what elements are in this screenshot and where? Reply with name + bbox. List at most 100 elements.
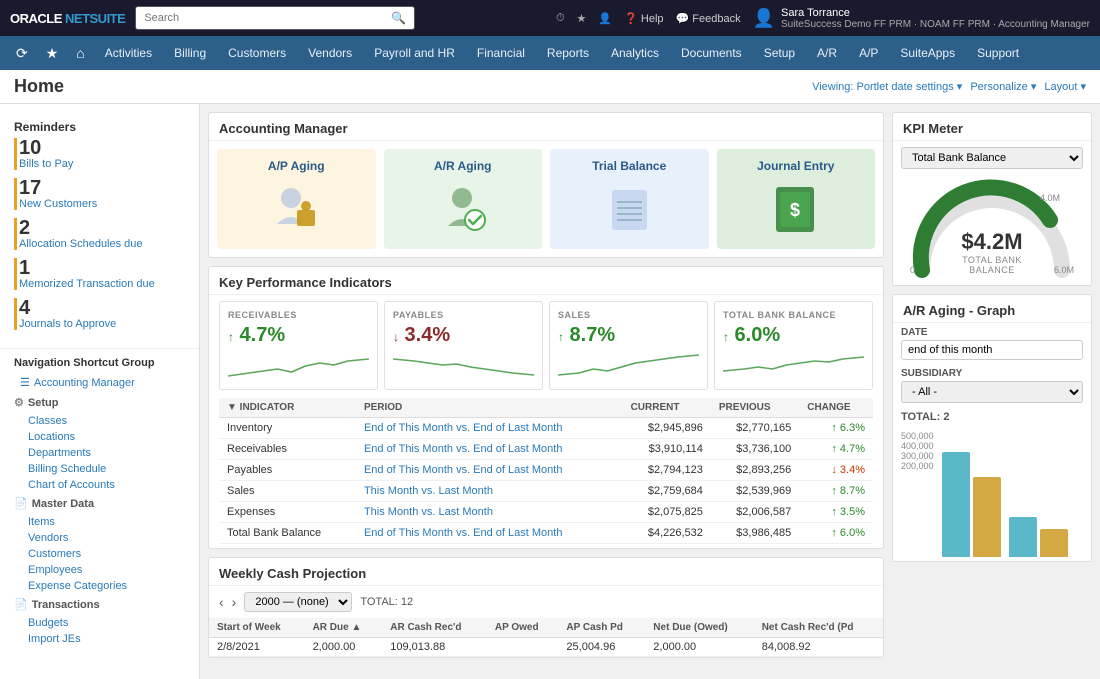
personalize-button[interactable]: Personalize ▾: [970, 80, 1036, 93]
col-ap-owed[interactable]: AP Owed: [487, 618, 559, 638]
sidebar-item-chart-of-accounts[interactable]: Chart of Accounts: [0, 477, 199, 493]
col-ap-cash[interactable]: AP Cash Pd: [558, 618, 645, 638]
help-link[interactable]: ❓ Help: [624, 12, 663, 25]
reminder-bar: [14, 258, 17, 290]
search-box[interactable]: 🔍: [135, 6, 415, 30]
kpi-current-sales: $2,759,684: [623, 481, 711, 502]
kpi-period-sales[interactable]: This Month vs. Last Month: [356, 481, 623, 502]
sidebar-item-accounting-manager[interactable]: ☰ Accounting Manager: [0, 373, 199, 392]
kpi-col-change[interactable]: CHANGE: [799, 398, 873, 418]
nav-activities[interactable]: Activities: [95, 40, 162, 66]
ar-subsidiary-row: SUBSIDIARY - All -: [893, 364, 1091, 407]
nav-house-icon[interactable]: ⌂: [68, 41, 92, 65]
nav-support[interactable]: Support: [967, 40, 1029, 66]
accounting-manager-cards: A/P Aging A/R Aging: [209, 141, 883, 257]
reminders-section: Reminders 10 Bills to Pay 17 New Custome…: [0, 114, 199, 344]
kpi-bank-value: 6.0%: [723, 324, 864, 347]
kpi-current-receivables: $3,910,114: [623, 439, 711, 460]
sidebar-item-budgets[interactable]: Budgets: [0, 615, 199, 631]
kpi-col-current[interactable]: CURRENT: [623, 398, 711, 418]
bar-chart: [938, 431, 1083, 561]
kpi-current-bank: $4,226,532: [623, 523, 711, 544]
next-week-button[interactable]: ›: [232, 594, 237, 610]
nav-financial[interactable]: Financial: [467, 40, 535, 66]
ar-subsidiary-select[interactable]: - All -: [901, 381, 1083, 403]
trial-balance-card[interactable]: Trial Balance: [550, 149, 709, 249]
nav-reports[interactable]: Reports: [537, 40, 599, 66]
sidebar-item-expense-categories[interactable]: Expense Categories: [0, 578, 199, 594]
nav-documents[interactable]: Documents: [671, 40, 752, 66]
kpi-period-payables[interactable]: End of This Month vs. End of Last Month: [356, 460, 623, 481]
ap-cash-val: 25,004.96: [558, 638, 645, 657]
period-select[interactable]: 2000 — (none): [244, 592, 352, 612]
user-avatar: 👤: [753, 8, 775, 29]
accounting-manager-title: Accounting Manager: [209, 113, 883, 141]
ar-aging-card[interactable]: A/R Aging: [384, 149, 543, 249]
kpi-sales-label: SALES: [558, 310, 699, 320]
reminder-allocation-label[interactable]: Allocation Schedules due: [19, 238, 143, 250]
sidebar-item-vendors[interactable]: Vendors: [0, 530, 199, 546]
search-input[interactable]: [144, 12, 391, 24]
reminder-customers-label[interactable]: New Customers: [19, 198, 97, 210]
kpi-period-inventory[interactable]: End of This Month vs. End of Last Month: [356, 418, 623, 439]
nav-ar[interactable]: A/R: [807, 40, 847, 66]
kpi-change-expenses: ↑ 3.5%: [799, 502, 873, 523]
sidebar-item-billing-schedule[interactable]: Billing Schedule: [0, 461, 199, 477]
col-ar-due[interactable]: AR Due ▲: [305, 618, 383, 638]
reminder-bills-label[interactable]: Bills to Pay: [19, 158, 73, 170]
kpi-col-indicator[interactable]: ▼ INDICATOR: [219, 398, 356, 418]
col-ar-cash[interactable]: AR Cash Rec'd: [382, 618, 487, 638]
ap-aging-label: A/P Aging: [268, 159, 325, 173]
kpi-period-receivables[interactable]: End of This Month vs. End of Last Month: [356, 439, 623, 460]
nav-home-icon[interactable]: ⟳: [8, 41, 36, 66]
col-net-cash[interactable]: Net Cash Rec'd (Pd: [754, 618, 883, 638]
journal-entry-label: Journal Entry: [757, 159, 834, 173]
sidebar-item-customers[interactable]: Customers: [0, 546, 199, 562]
table-row: Total Bank Balance End of This Month vs.…: [219, 523, 873, 544]
nav-star-icon[interactable]: ★: [38, 41, 67, 66]
nav-vendors[interactable]: Vendors: [298, 40, 362, 66]
reminder-bar: [14, 298, 17, 330]
layout-button[interactable]: Layout ▾: [1044, 80, 1086, 93]
reminder-journals-label[interactable]: Journals to Approve: [19, 318, 116, 330]
gauge-label: TOTAL BANK BALANCE: [947, 255, 1037, 275]
col-net-due[interactable]: Net Due (Owed): [645, 618, 753, 638]
clock-icon[interactable]: ⏱: [556, 12, 565, 25]
nav-ap[interactable]: A/P: [849, 40, 888, 66]
sidebar-item-employees[interactable]: Employees: [0, 562, 199, 578]
sidebar-item-classes[interactable]: Classes: [0, 413, 199, 429]
nav-billing[interactable]: Billing: [164, 40, 216, 66]
kpi-col-previous[interactable]: PREVIOUS: [711, 398, 799, 418]
feedback-link[interactable]: 💬 Feedback: [676, 12, 741, 25]
kpi-period-expenses[interactable]: This Month vs. Last Month: [356, 502, 623, 523]
journal-entry-card[interactable]: Journal Entry $: [717, 149, 876, 249]
search-icon[interactable]: 🔍: [391, 11, 406, 25]
nav-suiteapps[interactable]: SuiteApps: [890, 40, 965, 66]
reminder-memorized-label[interactable]: Memorized Transaction due: [19, 278, 155, 290]
bar-yellow-1: [973, 477, 1001, 557]
setup-section-header: ⚙ Setup: [0, 392, 199, 413]
kpi-meter-select[interactable]: Total Bank Balance: [901, 147, 1083, 169]
nav-customers[interactable]: Customers: [218, 40, 296, 66]
nav-group-title: Navigation Shortcut Group: [0, 348, 199, 373]
person-icon[interactable]: 👤: [598, 12, 612, 25]
kpi-payables-value: 3.4%: [393, 324, 534, 347]
nav-analytics[interactable]: Analytics: [601, 40, 669, 66]
ar-aging-icon: [433, 179, 493, 239]
ap-aging-card[interactable]: A/P Aging: [217, 149, 376, 249]
nav-payroll[interactable]: Payroll and HR: [364, 40, 465, 66]
star-icon[interactable]: ★: [577, 12, 587, 25]
sidebar-item-departments[interactable]: Departments: [0, 445, 199, 461]
kpi-col-period[interactable]: PERIOD: [356, 398, 623, 418]
ar-subsidiary-label: SUBSIDIARY: [901, 368, 1083, 379]
nav-setup[interactable]: Setup: [754, 40, 805, 66]
sidebar-item-locations[interactable]: Locations: [0, 429, 199, 445]
prev-week-button[interactable]: ‹: [219, 594, 224, 610]
sidebar-item-items[interactable]: Items: [0, 514, 199, 530]
view-portlet-settings[interactable]: Viewing: Portlet date settings ▾: [812, 80, 962, 93]
ar-date-input[interactable]: [901, 340, 1083, 360]
reminder-bar: [14, 178, 17, 210]
kpi-bank-balance: TOTAL BANK BALANCE 6.0%: [714, 301, 873, 390]
kpi-period-bank[interactable]: End of This Month vs. End of Last Month: [356, 523, 623, 544]
col-start-week[interactable]: Start of Week: [209, 618, 305, 638]
